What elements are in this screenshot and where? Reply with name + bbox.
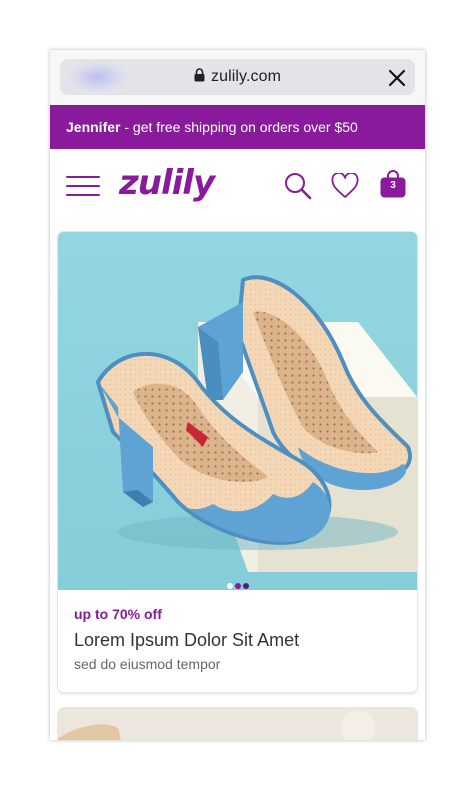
product-image[interactable] — [58, 232, 417, 590]
url-display: zulily.com — [60, 68, 415, 86]
promo-user-name: Jennifer — [66, 119, 121, 135]
free-shipping-banner[interactable]: Jennifer - get free shipping on orders o… — [50, 105, 425, 149]
site-header: zulily 3 — [50, 149, 425, 225]
search-icon[interactable] — [283, 171, 313, 201]
browser-address-bar: zulily.com — [50, 50, 425, 105]
zulily-logo[interactable]: zulily — [119, 163, 215, 203]
cart-button[interactable]: 3 — [380, 170, 406, 198]
product-card[interactable]: up to 70% off Lorem Ipsum Dolor Sit Amet… — [58, 232, 417, 692]
heart-icon[interactable] — [331, 173, 359, 199]
product-title[interactable]: Lorem Ipsum Dolor Sit Amet — [74, 630, 299, 651]
next-product-card[interactable] — [58, 708, 417, 740]
url-text: zulily.com — [210, 68, 282, 85]
promo-message: - get free shipping on orders over $50 — [120, 119, 358, 135]
carousel-dot[interactable] — [226, 583, 233, 589]
lock-icon — [194, 68, 205, 82]
next-product-image — [58, 708, 417, 740]
close-icon — [388, 69, 406, 87]
carousel-dot[interactable] — [242, 583, 249, 589]
shoe-photo — [58, 232, 417, 590]
deal-label: up to 70% off — [74, 606, 162, 622]
hamburger-menu-icon[interactable] — [66, 175, 100, 199]
url-field[interactable]: zulily.com — [60, 59, 415, 95]
product-subtitle: sed do eiusmod tempor — [74, 656, 221, 672]
carousel-dot[interactable] — [234, 583, 241, 589]
close-button[interactable] — [385, 66, 409, 90]
phone-screen: zulily.com Jennifer - get free shipping … — [50, 50, 425, 740]
image-carousel-dots — [58, 576, 417, 594]
cart-count: 3 — [390, 180, 396, 191]
